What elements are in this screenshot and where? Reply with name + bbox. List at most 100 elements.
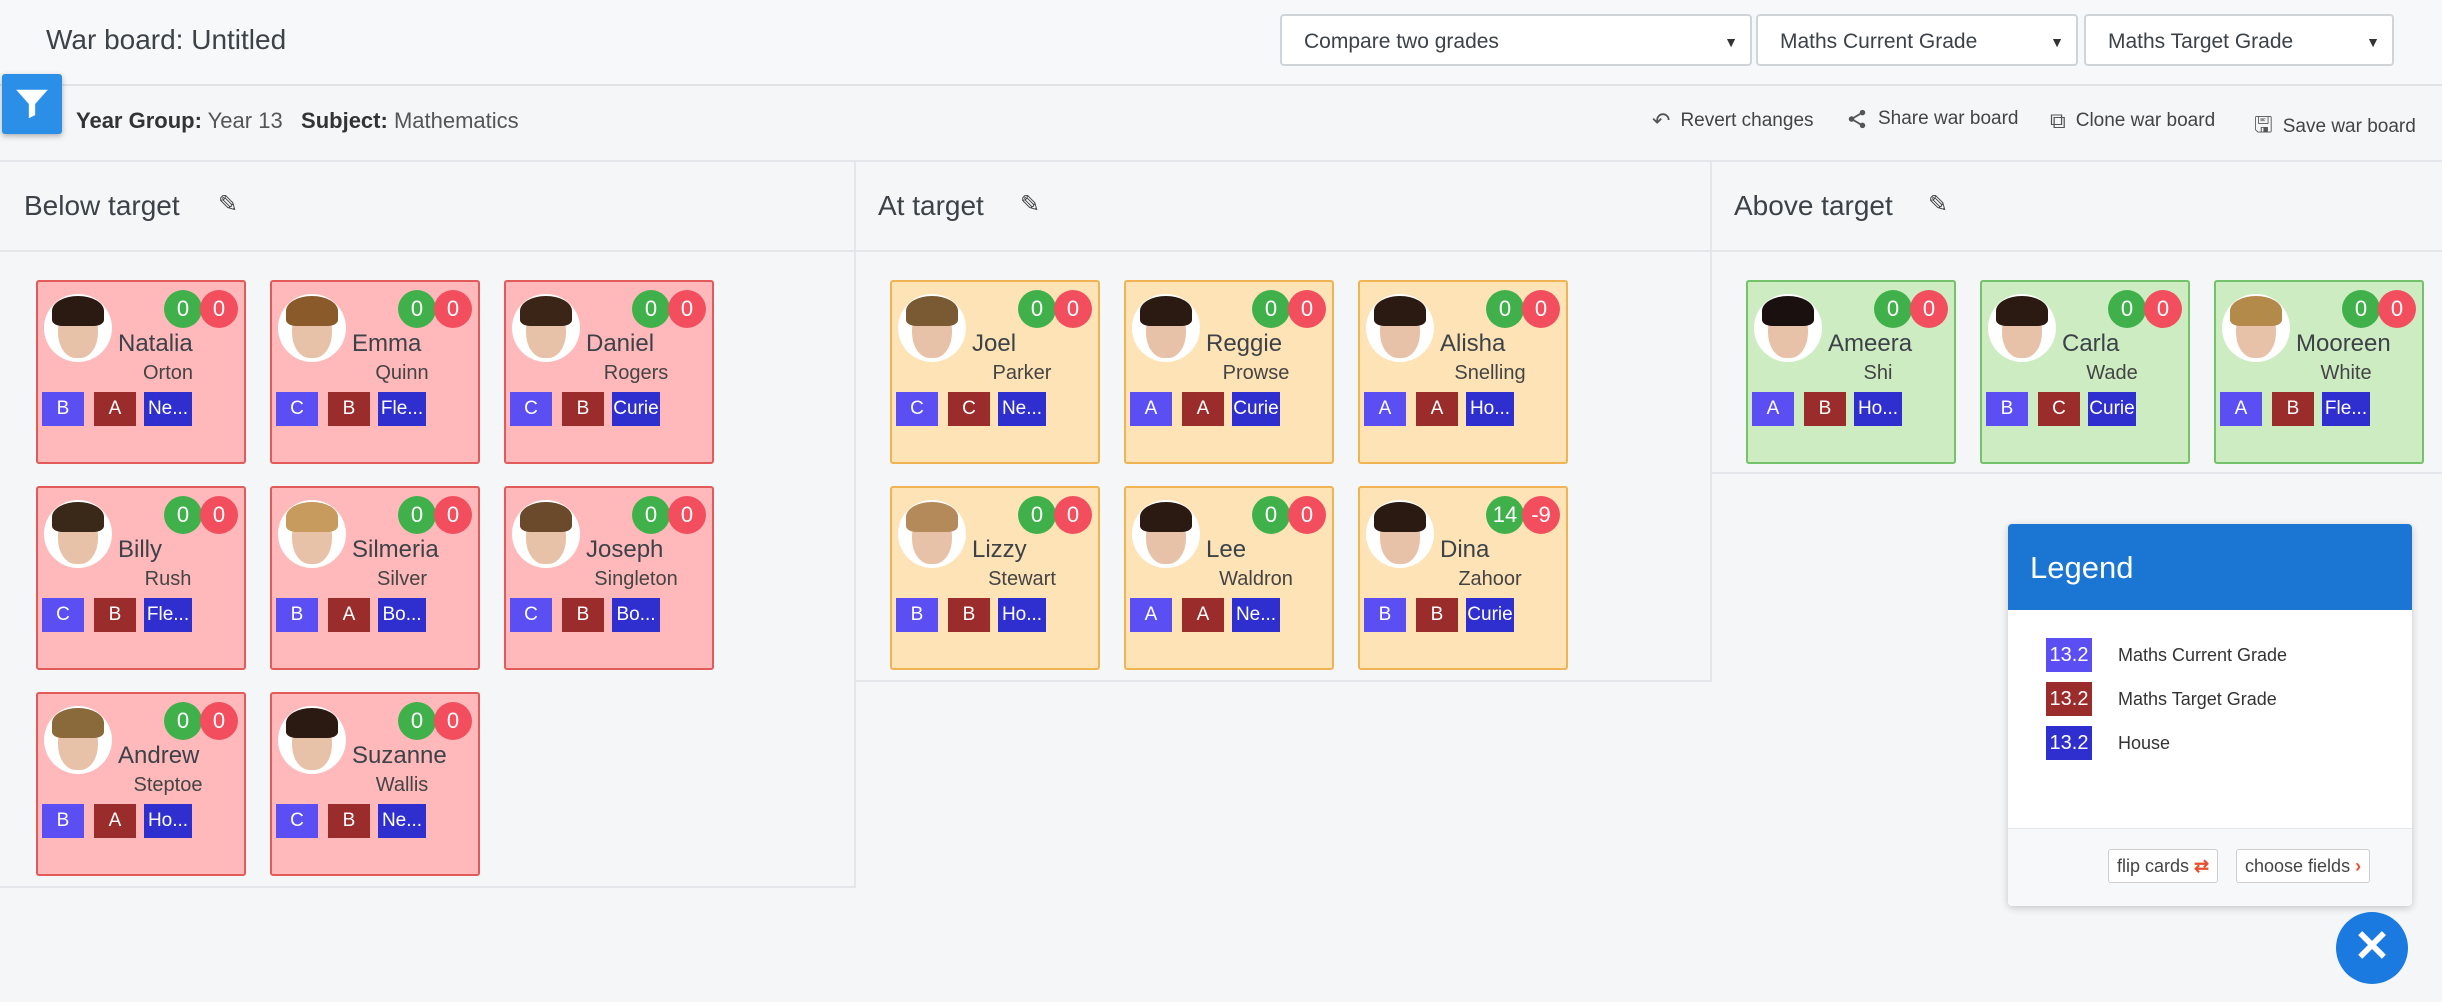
current-grade-tag: A	[1364, 392, 1406, 426]
negative-count-badge: 0	[668, 290, 706, 328]
chevron-down-icon: ▼	[2050, 34, 2064, 50]
student-first-name: Suzanne	[352, 742, 447, 769]
edit-pencil-icon[interactable]: ✎	[1928, 190, 1948, 219]
choose-fields-label: choose fields	[2245, 856, 2351, 876]
positive-count-badge: 0	[164, 290, 202, 328]
target-grade-tag: B	[948, 598, 990, 632]
house-tag: Ne...	[378, 804, 426, 838]
avatar	[512, 294, 580, 362]
student-first-name: Reggie	[1206, 330, 1283, 357]
target-grade-tag: C	[2038, 392, 2080, 426]
student-last-name: Singleton	[594, 568, 678, 590]
edit-pencil-icon[interactable]: ✎	[218, 190, 238, 219]
current-grade-tag: C	[896, 392, 938, 426]
column-title-below: Below target	[24, 190, 180, 221]
negative-count-badge: 0	[1054, 290, 1092, 328]
current-grade-tag: C	[276, 804, 318, 838]
avatar	[512, 500, 580, 568]
positive-count-badge: 0	[398, 702, 436, 740]
student-last-name: Zahoor	[1458, 568, 1522, 590]
student-last-name: Quinn	[375, 362, 429, 384]
student-card[interactable]: 0 0 Emma Quinn C B Fle...	[270, 280, 480, 464]
avatar	[44, 500, 112, 568]
student-card[interactable]: 0 0 Silmeria Silver B A Bo...	[270, 486, 480, 670]
page-header: War board: Untitled Compare two grades ▼…	[0, 0, 2442, 86]
close-button[interactable]: ✕	[2336, 912, 2408, 984]
student-last-name: Waldron	[1219, 568, 1293, 590]
student-card[interactable]: 0 0 Suzanne Wallis C B Ne...	[270, 692, 480, 876]
save-board-button[interactable]: 🖫 Save war board	[2254, 108, 2416, 146]
student-last-name: Wallis	[375, 774, 429, 796]
positive-count-badge: 0	[1252, 290, 1290, 328]
revert-changes-button[interactable]: ↶ Revert changes	[1652, 108, 1814, 134]
student-first-name: Daniel	[586, 330, 655, 357]
student-first-name: Emma	[352, 330, 422, 357]
student-first-name: Billy	[118, 536, 163, 563]
legend-row: 13.2 Maths Current Grade	[2046, 638, 2287, 672]
negative-count-badge: 0	[1910, 290, 1948, 328]
compare-mode-select[interactable]: Compare two grades ▼	[1280, 14, 1752, 66]
student-card[interactable]: 0 0 Joel Parker C C Ne...	[890, 280, 1100, 464]
avatar	[278, 706, 346, 774]
student-card[interactable]: 0 0 Lee Waldron A A Ne...	[1124, 486, 1334, 670]
student-card[interactable]: 0 0 Andrew Steptoe B A Ho...	[36, 692, 246, 876]
house-tag: Curie	[612, 392, 660, 426]
student-first-name: Lizzy	[972, 536, 1027, 563]
target-grade-tag: A	[1182, 598, 1224, 632]
negative-count-badge: 0	[668, 496, 706, 534]
target-grade-tag: B	[2272, 392, 2314, 426]
current-grade-tag: B	[42, 392, 84, 426]
target-grade-tag: A	[328, 598, 370, 632]
choose-fields-button[interactable]: choose fields ›	[2236, 849, 2371, 883]
student-card[interactable]: 0 0 Mooreen White A B Fle...	[2214, 280, 2424, 464]
legend-row: 13.2 House	[2046, 726, 2170, 760]
student-card[interactable]: 0 0 Reggie Prowse A A Curie	[1124, 280, 1334, 464]
current-grade-tag: A	[1130, 598, 1172, 632]
chevron-right-icon: ›	[2355, 856, 2362, 876]
student-card[interactable]: 0 0 Natalia Orton B A Ne...	[36, 280, 246, 464]
student-last-name: Snelling	[1454, 362, 1526, 384]
save-board-label: Save war board	[2282, 116, 2416, 137]
clone-board-button[interactable]: ⧉ Clone war board	[2050, 108, 2215, 134]
student-card[interactable]: 14 -9 Dina Zahoor B B Curie	[1358, 486, 1568, 670]
current-grade-tag: A	[1752, 392, 1794, 426]
legend-panel: Legend 13.2 Maths Current Grade 13.2 Mat…	[2008, 524, 2412, 906]
avatar	[278, 294, 346, 362]
second-grade-select[interactable]: Maths Target Grade ▼	[2084, 14, 2394, 66]
target-grade-tag: A	[94, 392, 136, 426]
house-tag: Fle...	[2322, 392, 2370, 426]
legend-title: Legend	[2008, 524, 2412, 610]
house-tag: Fle...	[378, 392, 426, 426]
legend-label: Maths Current Grade	[2118, 644, 2288, 665]
student-card[interactable]: 0 0 Ameera Shi A B Ho...	[1746, 280, 1956, 464]
edit-pencil-icon[interactable]: ✎	[1020, 190, 1040, 219]
house-tag: Ho...	[1854, 392, 1902, 426]
student-card[interactable]: 0 0 Alisha Snelling A A Ho...	[1358, 280, 1568, 464]
student-last-name: Rogers	[603, 362, 669, 384]
avatar	[1988, 294, 2056, 362]
student-last-name: Steptoe	[133, 774, 203, 796]
column-title-at: At target	[878, 190, 984, 221]
student-card[interactable]: 0 0 Carla Wade B C Curie	[1980, 280, 2190, 464]
clone-board-label: Clone war board	[2075, 110, 2216, 131]
undo-icon: ↶	[1652, 108, 1671, 133]
filter-button[interactable]	[2, 74, 62, 134]
legend-label: House	[2118, 732, 2171, 753]
first-grade-select[interactable]: Maths Current Grade ▼	[1756, 14, 2078, 66]
positive-count-badge: 0	[2108, 290, 2146, 328]
student-card[interactable]: 0 0 Daniel Rogers C B Curie	[504, 280, 714, 464]
chevron-down-icon: ▼	[1724, 34, 1738, 50]
swap-icon: ⇄	[2194, 856, 2210, 876]
house-tag: Ho...	[998, 598, 1046, 632]
student-card[interactable]: 0 0 Joseph Singleton C B Bo...	[504, 486, 714, 670]
flip-cards-button[interactable]: flip cards ⇄	[2108, 849, 2219, 883]
student-card[interactable]: 0 0 Billy Rush C B Fle...	[36, 486, 246, 670]
share-board-button[interactable]: Share war board	[1846, 108, 2018, 130]
positive-count-badge: 0	[632, 290, 670, 328]
target-grade-tag: B	[562, 598, 604, 632]
student-card[interactable]: 0 0 Lizzy Stewart B B Ho...	[890, 486, 1100, 670]
house-tag: Ne...	[1232, 598, 1280, 632]
positive-count-badge: 0	[632, 496, 670, 534]
subject-value: Mathematics	[393, 108, 519, 133]
positive-count-badge: 0	[1874, 290, 1912, 328]
